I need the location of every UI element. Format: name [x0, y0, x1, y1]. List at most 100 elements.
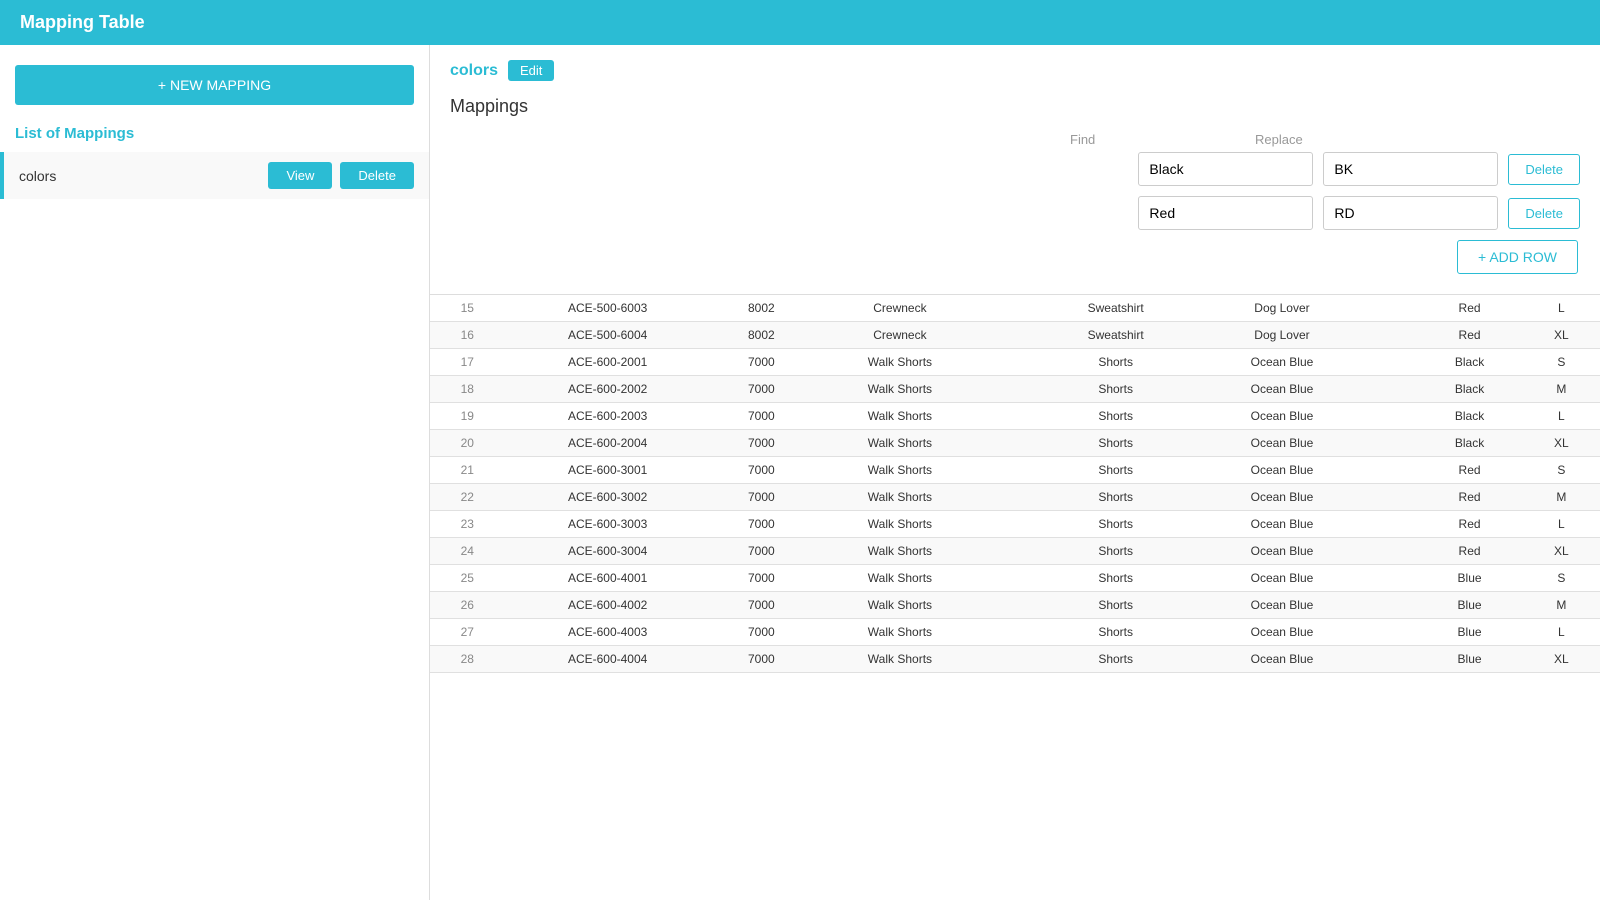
table-cell: XL	[1523, 646, 1600, 673]
table-cell: Shorts	[1036, 349, 1196, 376]
table-cell	[1368, 646, 1416, 673]
table-cell: Red	[1416, 484, 1522, 511]
table-cell: Ocean Blue	[1195, 457, 1368, 484]
table-cell: Black	[1416, 376, 1522, 403]
table-cell: ACE-600-4002	[505, 592, 711, 619]
table-cell: Ocean Blue	[1195, 430, 1368, 457]
table-cell: Shorts	[1036, 592, 1196, 619]
mapping-name-link[interactable]: colors	[450, 62, 498, 80]
table-cell: 8002	[711, 322, 812, 349]
table-cell: Walk Shorts	[812, 592, 988, 619]
replace-input-1[interactable]	[1323, 196, 1498, 230]
table-cell: S	[1523, 349, 1600, 376]
table-cell: Dog Lover	[1195, 322, 1368, 349]
table-cell: Ocean Blue	[1195, 484, 1368, 511]
table-row: 19ACE-600-20037000Walk ShortsShortsOcean…	[430, 403, 1600, 430]
table-cell: 7000	[711, 619, 812, 646]
table-cell	[988, 619, 1036, 646]
table-cell: Shorts	[1036, 538, 1196, 565]
table-cell: Walk Shorts	[812, 484, 988, 511]
table-cell	[988, 565, 1036, 592]
table-cell	[1368, 457, 1416, 484]
table-row: 28ACE-600-40047000Walk ShortsShortsOcean…	[430, 646, 1600, 673]
table-cell: Red	[1416, 511, 1522, 538]
table-cell: 28	[430, 646, 505, 673]
table-cell: ACE-600-2004	[505, 430, 711, 457]
table-cell	[1368, 295, 1416, 322]
table-cell: Dog Lover	[1195, 295, 1368, 322]
table-cell: Shorts	[1036, 646, 1196, 673]
table-cell	[988, 592, 1036, 619]
table-cell	[1368, 322, 1416, 349]
table-cell	[1368, 484, 1416, 511]
table-cell: 25	[430, 565, 505, 592]
table-cell: Walk Shorts	[812, 349, 988, 376]
mapping-row-1: Delete	[450, 196, 1580, 230]
table-cell: Ocean Blue	[1195, 349, 1368, 376]
table-cell: S	[1523, 565, 1600, 592]
table-cell: 22	[430, 484, 505, 511]
table-row: 23ACE-600-30037000Walk ShortsShortsOcean…	[430, 511, 1600, 538]
delete-row-0-button[interactable]: Delete	[1508, 154, 1580, 185]
table-cell: 18	[430, 376, 505, 403]
table-cell: 19	[430, 403, 505, 430]
table-cell: M	[1523, 376, 1600, 403]
mappings-section-title: Mappings	[450, 96, 1580, 117]
table-cell: Ocean Blue	[1195, 538, 1368, 565]
delete-mapping-button[interactable]: Delete	[340, 162, 414, 189]
delete-row-1-button[interactable]: Delete	[1508, 198, 1580, 229]
new-mapping-button[interactable]: + NEW MAPPING	[15, 65, 414, 105]
table-row: 20ACE-600-20047000Walk ShortsShortsOcean…	[430, 430, 1600, 457]
table-row: 21ACE-600-30017000Walk ShortsShortsOcean…	[430, 457, 1600, 484]
table-cell: Blue	[1416, 646, 1522, 673]
table-cell: XL	[1523, 322, 1600, 349]
table-cell: Ocean Blue	[1195, 511, 1368, 538]
table-cell: Red	[1416, 538, 1522, 565]
table-cell	[988, 295, 1036, 322]
table-cell: 7000	[711, 484, 812, 511]
table-cell: 20	[430, 430, 505, 457]
table-cell: Shorts	[1036, 403, 1196, 430]
table-cell: ACE-600-3002	[505, 484, 711, 511]
table-cell: S	[1523, 457, 1600, 484]
table-cell: Walk Shorts	[812, 646, 988, 673]
data-table: 15ACE-500-60038002CrewneckSweatshirtDog …	[430, 295, 1600, 673]
table-cell: ACE-500-6003	[505, 295, 711, 322]
sidebar: + NEW MAPPING List of Mappings colors Vi…	[0, 45, 430, 900]
table-cell	[1368, 376, 1416, 403]
replace-column-header: Replace	[1255, 132, 1440, 147]
table-cell	[1368, 565, 1416, 592]
app-title: Mapping Table	[20, 12, 145, 33]
table-cell: ACE-600-3003	[505, 511, 711, 538]
find-input-1[interactable]	[1138, 196, 1313, 230]
table-cell: ACE-600-4003	[505, 619, 711, 646]
edit-badge[interactable]: Edit	[508, 60, 554, 81]
table-cell: Walk Shorts	[812, 565, 988, 592]
find-input-0[interactable]	[1138, 152, 1313, 186]
list-of-mappings-title: List of Mappings	[0, 120, 429, 152]
table-cell	[988, 484, 1036, 511]
table-cell: 17	[430, 349, 505, 376]
table-cell: 24	[430, 538, 505, 565]
table-row: 27ACE-600-40037000Walk ShortsShortsOcean…	[430, 619, 1600, 646]
table-cell: Walk Shorts	[812, 430, 988, 457]
view-mapping-button[interactable]: View	[268, 162, 332, 189]
column-headers: Find Replace	[450, 132, 1580, 147]
data-table-container: 15ACE-500-60038002CrewneckSweatshirtDog …	[430, 295, 1600, 900]
table-cell: 7000	[711, 349, 812, 376]
table-row: 16ACE-500-60048002CrewneckSweatshirtDog …	[430, 322, 1600, 349]
replace-input-0[interactable]	[1323, 152, 1498, 186]
table-cell: Red	[1416, 457, 1522, 484]
table-cell: Walk Shorts	[812, 619, 988, 646]
table-cell: ACE-600-4001	[505, 565, 711, 592]
table-cell: Red	[1416, 295, 1522, 322]
add-row-button[interactable]: + ADD ROW	[1457, 240, 1578, 274]
table-row: 17ACE-600-20017000Walk ShortsShortsOcean…	[430, 349, 1600, 376]
table-cell: Ocean Blue	[1195, 376, 1368, 403]
table-cell: Shorts	[1036, 619, 1196, 646]
table-cell: Walk Shorts	[812, 457, 988, 484]
table-cell: Shorts	[1036, 484, 1196, 511]
table-cell: ACE-600-3001	[505, 457, 711, 484]
table-cell: Black	[1416, 430, 1522, 457]
table-row: 15ACE-500-60038002CrewneckSweatshirtDog …	[430, 295, 1600, 322]
